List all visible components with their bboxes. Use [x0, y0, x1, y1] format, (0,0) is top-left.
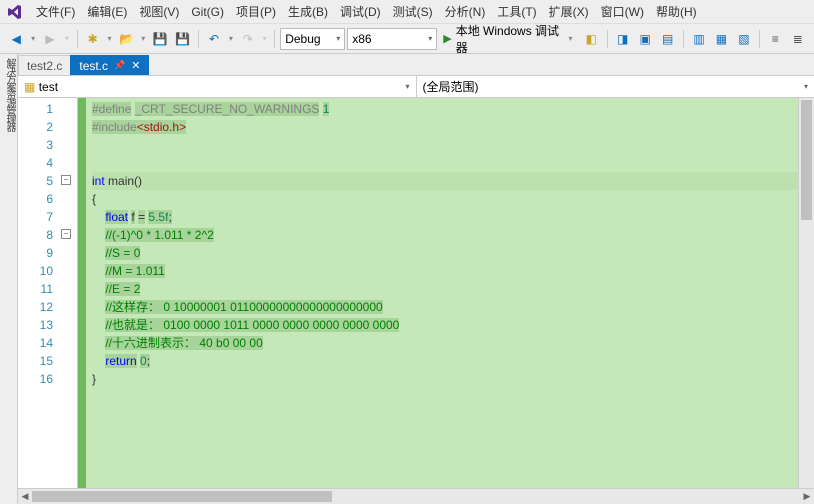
redo-dd[interactable]: ▾: [260, 34, 269, 43]
main-area: 解决方案资源管理器 test2.c test.c 📌 ✕ ▦ test ▾ (全…: [0, 54, 814, 504]
run-button[interactable]: ▶ 本地 Windows 调试器 ▾: [439, 28, 579, 50]
tb-icon-3[interactable]: ▣: [635, 28, 655, 50]
undo-icon[interactable]: ↶: [204, 28, 224, 50]
tb-icon-4[interactable]: ▤: [657, 28, 677, 50]
menu-extensions[interactable]: 扩展(X): [543, 1, 595, 22]
tb-icon-9[interactable]: ≣: [788, 28, 808, 50]
toolbar: ◀ ▾ ▶ ▾ ✱ ▾ 📂 ▾ 💾 💾 ↶ ▾ ↷ ▾ Debug▾ x86▾ …: [0, 24, 814, 54]
platform-combo[interactable]: x86 ▾: [347, 28, 437, 50]
back-dd[interactable]: ▾: [28, 34, 37, 43]
chevron-down-icon: ▾: [804, 82, 808, 91]
menu-debug[interactable]: 调试(D): [334, 1, 387, 22]
tab-test[interactable]: test.c 📌 ✕: [70, 55, 149, 75]
tb-icon-2[interactable]: ◨: [612, 28, 632, 50]
menu-git[interactable]: Git(G): [185, 3, 230, 21]
tb-icon-7[interactable]: ▧: [734, 28, 754, 50]
menu-window[interactable]: 窗口(W): [595, 1, 650, 22]
chevron-down-icon: ▾: [428, 34, 432, 43]
scroll-thumb[interactable]: [32, 491, 332, 502]
nav-scope-left[interactable]: ▦ test ▾: [18, 76, 417, 97]
code-editor[interactable]: 1234 5− 67 8− 9101112 13141516 #define _…: [18, 98, 814, 488]
nav-text: (全局范围): [423, 78, 479, 95]
menu-edit[interactable]: 编辑(E): [81, 1, 133, 22]
horizontal-scrollbar[interactable]: ◀ ▶: [18, 488, 814, 504]
vs-logo-icon: [6, 3, 24, 21]
menu-build[interactable]: 生成(B): [282, 1, 334, 22]
nav-text: test: [39, 80, 58, 94]
menu-bar: 文件(F) 编辑(E) 视图(V) Git(G) 项目(P) 生成(B) 调试(…: [0, 0, 814, 24]
module-icon: ▦: [24, 80, 35, 94]
menu-file[interactable]: 文件(F): [30, 1, 81, 22]
scroll-left-icon[interactable]: ◀: [18, 489, 32, 504]
tb-icon-6[interactable]: ▦: [711, 28, 731, 50]
play-icon: ▶: [443, 32, 451, 45]
open-dd[interactable]: ▾: [139, 34, 148, 43]
separator: [274, 30, 275, 48]
pin-icon[interactable]: 📌: [114, 60, 125, 71]
tb-icon-5[interactable]: ▥: [689, 28, 709, 50]
vertical-scrollbar[interactable]: [798, 98, 814, 488]
tab-test2[interactable]: test2.c: [18, 55, 71, 75]
chevron-down-icon: ▾: [336, 34, 340, 43]
tb-icon-8[interactable]: ≡: [765, 28, 785, 50]
menu-help[interactable]: 帮助(H): [650, 1, 703, 22]
code-lines: #define _CRT_SECURE_NO_WARNINGS 1 #inclu…: [86, 98, 814, 488]
undo-dd[interactable]: ▾: [226, 34, 235, 43]
separator: [759, 30, 760, 48]
tab-strip: test2.c test.c 📌 ✕: [18, 54, 814, 76]
fold-icon[interactable]: −: [61, 175, 71, 185]
tab-label: test.c: [79, 59, 108, 73]
forward-dd[interactable]: ▾: [62, 34, 71, 43]
close-icon[interactable]: ✕: [131, 59, 140, 72]
redo-icon[interactable]: ↷: [238, 28, 258, 50]
config-text: Debug: [285, 32, 320, 46]
menu-tools[interactable]: 工具(T): [491, 1, 542, 22]
menu-test[interactable]: 测试(S): [387, 1, 439, 22]
separator: [683, 30, 684, 48]
change-margin: [78, 98, 86, 488]
menu-view[interactable]: 视图(V): [133, 1, 185, 22]
menu-project[interactable]: 项目(P): [230, 1, 282, 22]
tab-label: test2.c: [27, 59, 62, 73]
tb-icon-1[interactable]: ◧: [581, 28, 601, 50]
nav-scope-right[interactable]: (全局范围) ▾: [417, 76, 814, 97]
run-dd: ▾: [566, 34, 575, 43]
scroll-thumb[interactable]: [801, 100, 812, 220]
open-icon[interactable]: 📂: [116, 28, 136, 50]
back-button[interactable]: ◀: [6, 28, 26, 50]
menu-analyze[interactable]: 分析(N): [439, 1, 492, 22]
new-project-icon[interactable]: ✱: [82, 28, 102, 50]
navigation-bar: ▦ test ▾ (全局范围) ▾: [18, 76, 814, 98]
save-all-icon[interactable]: 💾: [172, 28, 192, 50]
separator: [607, 30, 608, 48]
line-gutter: 1234 5− 67 8− 9101112 13141516: [18, 98, 78, 488]
forward-button[interactable]: ▶: [40, 28, 60, 50]
new-dd[interactable]: ▾: [105, 34, 114, 43]
platform-text: x86: [352, 32, 371, 46]
save-icon[interactable]: 💾: [150, 28, 170, 50]
sidebar-tab[interactable]: 解决方案资源管理器: [0, 54, 18, 504]
separator: [198, 30, 199, 48]
config-combo[interactable]: Debug ▾: [280, 28, 345, 50]
scroll-right-icon[interactable]: ▶: [800, 489, 814, 504]
separator: [77, 30, 78, 48]
run-label: 本地 Windows 调试器: [456, 22, 562, 56]
editor-area: test2.c test.c 📌 ✕ ▦ test ▾ (全局范围) ▾ 123…: [18, 54, 814, 504]
fold-icon[interactable]: −: [61, 229, 71, 239]
chevron-down-icon: ▾: [405, 82, 409, 91]
